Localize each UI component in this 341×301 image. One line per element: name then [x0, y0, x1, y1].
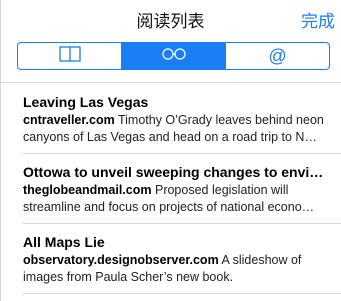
- segment-shared-links[interactable]: @: [225, 43, 329, 69]
- item-title: Leaving Las Vegas: [23, 94, 149, 110]
- reading-glasses-icon: [161, 47, 187, 65]
- item-title: Ottowa to unveil sweeping changes to env…: [23, 164, 324, 180]
- at-sign-icon: @: [268, 46, 287, 66]
- navigation-bar: 阅读列表 完成: [0, 0, 341, 34]
- list-item[interactable]: All Maps Lie observatory.designobserver.…: [0, 223, 341, 293]
- segment-reading-list[interactable]: [121, 43, 225, 69]
- book-icon: [58, 45, 81, 67]
- segment-bookmarks[interactable]: [18, 43, 121, 69]
- item-description: theglobeandmail.com Proposed legislation…: [23, 182, 333, 216]
- item-source: cntraveller.com: [23, 113, 115, 127]
- segmented-control: @: [17, 42, 330, 70]
- list-item[interactable]: Ottowa to unveil sweeping changes to env…: [0, 153, 341, 223]
- reading-list: Leaving Las Vegas cntraveller.com Timoth…: [0, 83, 341, 293]
- done-button[interactable]: 完成: [301, 7, 335, 32]
- item-source: theglobeandmail.com: [23, 183, 152, 197]
- item-source: observatory.designobserver.com: [23, 253, 219, 267]
- item-description: observatory.designobserver.com A slidesh…: [23, 252, 333, 286]
- page-title: 阅读列表: [136, 12, 205, 31]
- item-title: All Maps Lie: [23, 234, 105, 250]
- list-bottom-divider: [23, 293, 341, 294]
- item-description: cntraveller.com Timothy O’Grady leaves b…: [23, 112, 333, 146]
- list-item[interactable]: Leaving Las Vegas cntraveller.com Timoth…: [0, 83, 341, 153]
